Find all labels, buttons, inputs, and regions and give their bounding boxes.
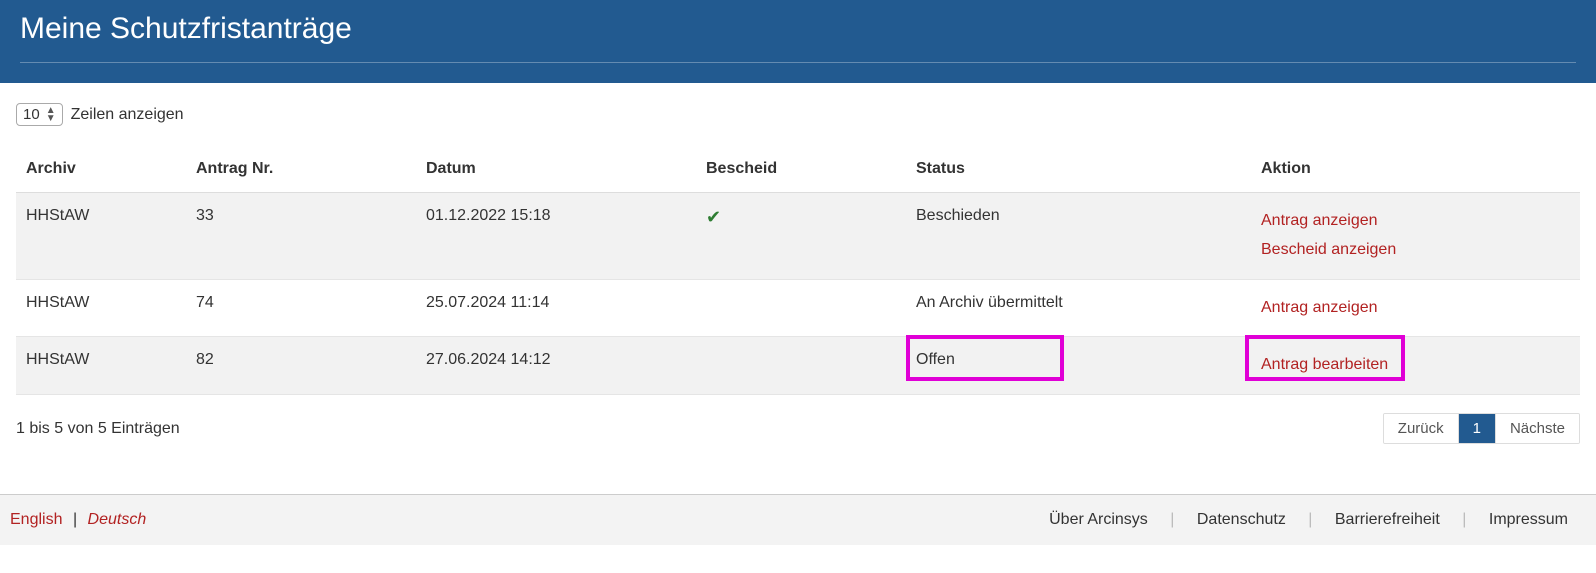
table-row: HHStAW8227.06.2024 14:12 Offen Antrag bear…: [16, 337, 1580, 395]
table-header-row: Archiv Antrag Nr. Datum Bescheid Status …: [16, 146, 1580, 193]
action-link[interactable]: Bescheid anzeigen: [1261, 236, 1570, 265]
cell-status: Beschieden: [906, 193, 1251, 280]
updown-icon: ▲▼: [46, 107, 56, 123]
page-1-button[interactable]: 1: [1458, 414, 1495, 443]
page-title: Meine Schutzfristanträge: [20, 12, 1576, 46]
footer-links: Über Arcinsys | Datenschutz | Barrierefr…: [1031, 511, 1586, 529]
cell-aktion: Antrag anzeigenBescheid anzeigen: [1251, 193, 1580, 280]
action-link[interactable]: Antrag bearbeiten: [1261, 351, 1570, 380]
cell-bescheid: [696, 337, 906, 395]
cell-status: Offen: [906, 337, 1251, 395]
table-controls: 10 ▲▼ Zeilen anzeigen: [16, 103, 1580, 126]
action-link[interactable]: Antrag anzeigen: [1261, 207, 1570, 236]
cell-bescheid: [696, 279, 906, 337]
col-antrag[interactable]: Antrag Nr.: [186, 146, 416, 193]
main-content: 10 ▲▼ Zeilen anzeigen Archiv Antrag Nr. …: [0, 83, 1596, 454]
page-size-value: 10: [23, 106, 40, 123]
page-size-select[interactable]: 10 ▲▼: [16, 103, 63, 126]
cell-archiv: HHStAW: [16, 279, 186, 337]
col-archiv[interactable]: Archiv: [16, 146, 186, 193]
lang-separator: |: [67, 511, 83, 528]
cell-archiv: HHStAW: [16, 193, 186, 280]
header-divider: [20, 62, 1576, 63]
rows-label: Zeilen anzeigen: [71, 106, 184, 124]
cell-antrag-nr: 33: [186, 193, 416, 280]
cell-antrag-nr: 74: [186, 279, 416, 337]
status-value: An Archiv übermittelt: [916, 294, 1063, 311]
page-header: Meine Schutzfristanträge: [0, 0, 1596, 83]
cell-status: An Archiv übermittelt: [906, 279, 1251, 337]
page-next-button[interactable]: Nächste: [1495, 414, 1579, 443]
table-row: HHStAW7425.07.2024 11:14 An Archiv übermi…: [16, 279, 1580, 337]
language-switch: English | Deutsch: [10, 511, 146, 529]
lang-english-link[interactable]: English: [10, 511, 62, 528]
cell-bescheid: ✔: [696, 193, 906, 280]
col-bescheid[interactable]: Bescheid: [696, 146, 906, 193]
col-status[interactable]: Status: [906, 146, 1251, 193]
cell-archiv: HHStAW: [16, 337, 186, 395]
status-value: Offen: [916, 351, 955, 368]
page-footer: English | Deutsch Über Arcinsys | Datens…: [0, 494, 1596, 545]
pagination: Zurück 1 Nächste: [1383, 413, 1580, 444]
cell-datum: 27.06.2024 14:12: [416, 337, 696, 395]
range-info: 1 bis 5 von 5 Einträgen: [16, 420, 180, 438]
cell-datum: 25.07.2024 11:14: [416, 279, 696, 337]
page-prev-button[interactable]: Zurück: [1384, 414, 1458, 443]
privacy-link[interactable]: Datenschutz: [1179, 511, 1304, 528]
lang-deutsch-link[interactable]: Deutsch: [88, 511, 147, 528]
accessibility-link[interactable]: Barrierefreiheit: [1317, 511, 1458, 528]
applications-table: Archiv Antrag Nr. Datum Bescheid Status …: [16, 146, 1580, 395]
table-row: HHStAW3301.12.2022 15:18 ✔ Beschieden Antra…: [16, 193, 1580, 280]
col-aktion: Aktion: [1251, 146, 1580, 193]
cell-datum: 01.12.2022 15:18: [416, 193, 696, 280]
cell-antrag-nr: 82: [186, 337, 416, 395]
check-icon: ✔: [706, 207, 721, 227]
about-link[interactable]: Über Arcinsys: [1031, 511, 1166, 528]
imprint-link[interactable]: Impressum: [1471, 511, 1586, 528]
status-value: Beschieden: [916, 207, 1000, 224]
table-footer: 1 bis 5 von 5 Einträgen Zurück 1 Nächste: [16, 413, 1580, 444]
action-link[interactable]: Antrag anzeigen: [1261, 294, 1570, 323]
col-datum[interactable]: Datum: [416, 146, 696, 193]
cell-aktion: Antrag anzeigen: [1251, 279, 1580, 337]
cell-aktion: Antrag bearbeiten: [1251, 337, 1580, 395]
